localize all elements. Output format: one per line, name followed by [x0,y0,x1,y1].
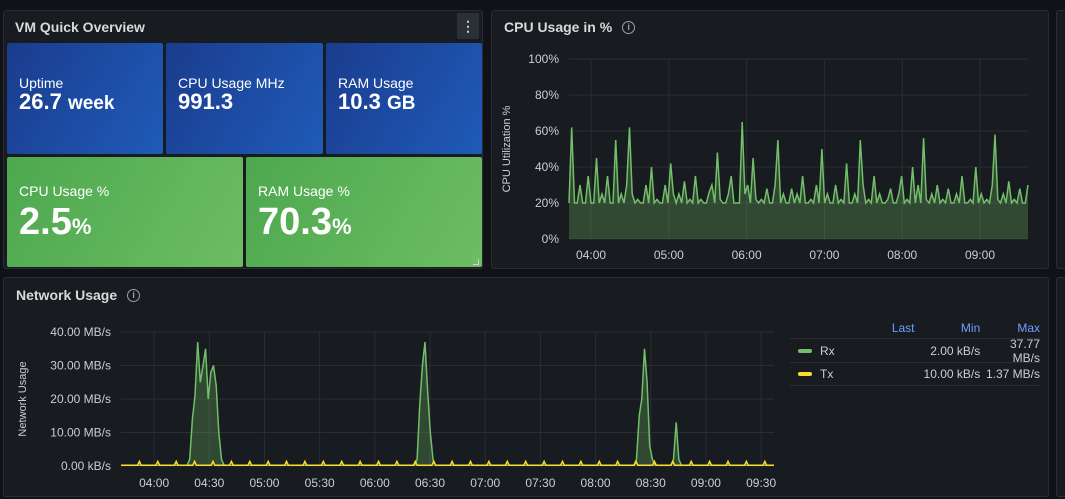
partial-panel-right-top [1056,10,1065,269]
y-tick-label: 20.00 MB/s [50,392,111,406]
y-tick-label: 60% [535,124,559,138]
ram-pct-unit: % [331,214,352,239]
cpu-mhz-value: 991.3 [178,89,234,114]
uptime-number: 26.7 [19,89,62,114]
x-tick-label: 08:00 [581,476,611,490]
vm-overview-panel: VM Quick Overview ⋮ Uptime 26.7 week CPU… [3,10,483,269]
legend-series-name: Rx [820,343,835,358]
x-tick-label: 05:00 [654,248,684,262]
legend-series-name: Tx [820,367,834,381]
cpu-series-line [568,121,1029,206]
network-usage-chart: 0.00 kB/s 10.00 MB/s 20.00 MB/s 30.00 MB/s 4… [17,325,776,490]
cpu-area-fill [569,122,1028,239]
ram-pct-stat: RAM Usage % 70.3% [246,157,482,267]
legend-min: 10.00 kB/s [923,367,981,381]
y-tick-label: 40.00 MB/s [50,325,111,339]
x-tick-label: 04:00 [576,248,606,262]
legend-header-min[interactable]: Min [915,321,980,335]
tx-swatch [798,372,812,376]
legend-min: 2.00 kB/s [930,343,981,358]
partial-panel-right-bottom [1056,277,1065,497]
legend-header-max[interactable]: Max [980,321,1040,335]
x-tick-label: 04:30 [194,476,224,490]
ram-pct-value: 70.3% [258,199,470,250]
uptime-value: 26.7 week [19,91,151,115]
panel-menu-icon[interactable]: ⋮ [457,13,479,39]
uptime-unit: week [67,93,115,114]
cpu-mhz-stat: CPU Usage MHz 991.3 [166,43,323,154]
y-axis-label: CPU Utilization % [501,105,513,192]
uptime-stat: Uptime 26.7 week [7,43,163,154]
network-legend: Last Min Max Rx 2.00 kB/s 37.77 MB/s Tx … [790,318,1040,386]
y-tick-label: 20% [535,196,559,210]
y-tick-label: 10.00 MB/s [50,426,111,440]
y-tick-label: 30.00 MB/s [50,359,111,373]
x-tick-label: 05:00 [249,476,279,490]
cpu-pct-label: CPU Usage % [19,183,110,199]
cpu-pct-value: 2.5% [19,199,231,250]
y-tick-label: 40% [535,160,559,174]
ram-usage-stat: RAM Usage 10.3 GB [326,43,482,154]
network-usage-panel: Network Usage i 0.00 kB/s 10.00 MB/s 20.00… [3,277,1049,497]
legend-max: 1.37 MB/s [985,367,1040,381]
x-tick-label: 05:30 [305,476,335,490]
rx-area-fill [121,342,774,466]
vm-overview-title: VM Quick Overview [15,19,145,35]
cpu-pct-number: 2.5 [19,201,72,243]
resize-handle-icon[interactable] [473,259,479,265]
legend-header-last[interactable]: Last [859,321,915,335]
legend-row-tx[interactable]: Tx 10.00 kB/s 1.37 MB/s [790,362,1040,386]
x-tick-label: 09:00 [691,476,721,490]
x-tick-label: 06:00 [732,248,762,262]
x-tick-label: 08:30 [636,476,666,490]
rx-swatch [798,348,812,353]
y-tick-label: 100% [528,52,559,66]
x-tick-label: 04:00 [139,476,169,490]
cpu-pct-unit: % [71,214,92,239]
vm-overview-title-text: VM Quick Overview [15,19,145,35]
x-tick-label: 07:00 [809,248,839,262]
y-axis-label: Network Usage [17,361,29,436]
ram-usage-number: 10.3 [338,89,381,114]
y-tick-label: 0.00 kB/s [61,459,111,473]
ram-usage-value: 10.3 GB [338,91,470,115]
legend-header: Last Min Max [790,318,1040,338]
ram-usage-unit: GB [386,93,416,114]
cpu-usage-chart: 0% 20% 40% 60% 80% 100% 04:00 05:00 06:00 07:00 08… [501,52,1029,262]
legend-max: 37.77 MB/s [1009,336,1040,365]
y-tick-label: 80% [535,88,559,102]
legend-row-rx[interactable]: Rx 2.00 kB/s 37.77 MB/s [790,336,1040,365]
x-tick-label: 07:30 [525,476,555,490]
x-tick-label: 06:00 [360,476,390,490]
cpu-usage-panel: CPU Usage in % i 0% 20% 40% 60% 80% 100% 04:00… [491,10,1049,269]
ram-pct-label: RAM Usage % [258,183,350,199]
y-tick-label: 0% [542,232,560,246]
x-tick-label: 09:00 [965,248,995,262]
x-tick-label: 09:30 [746,476,776,490]
x-tick-label: 06:30 [415,476,445,490]
cpu-pct-stat: CPU Usage % 2.5% [7,157,243,267]
x-tick-label: 08:00 [887,248,917,262]
ram-pct-number: 70.3 [258,201,332,243]
x-tick-label: 07:00 [470,476,500,490]
